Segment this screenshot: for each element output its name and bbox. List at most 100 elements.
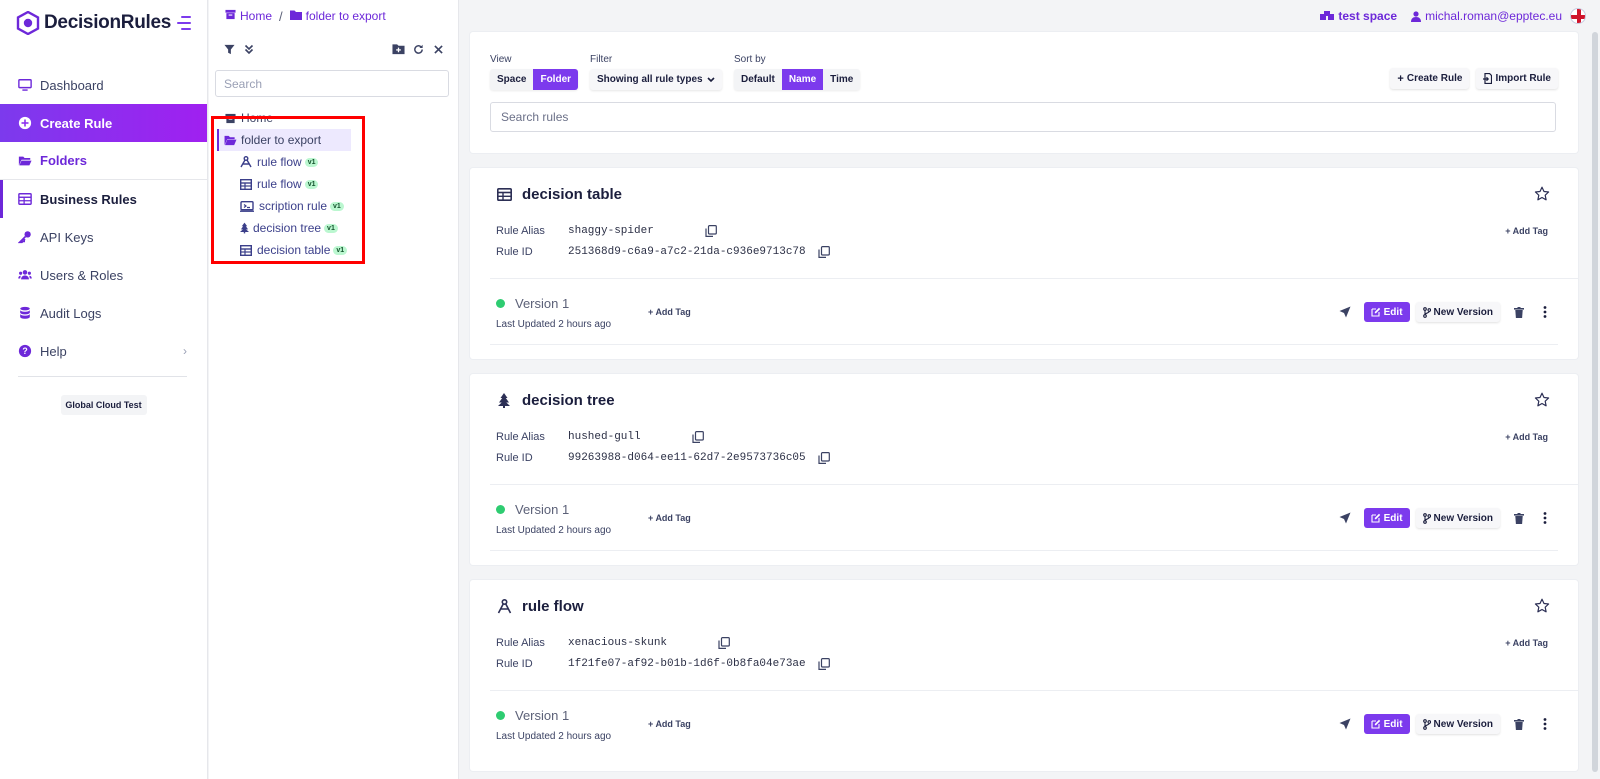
copy-icon[interactable] — [718, 637, 730, 649]
tree-item-label: decision tree — [253, 221, 322, 235]
sort-label: Sort by — [734, 54, 766, 65]
tree-item-rule[interactable]: decision tree v1 — [209, 217, 458, 239]
scrollbar-thumb[interactable] — [1592, 32, 1598, 772]
folder-panel: Search Home folder to export rule flow v… — [209, 0, 459, 779]
sidebar-item-api-keys[interactable]: API Keys — [0, 218, 207, 256]
divider — [490, 690, 1578, 691]
breadcrumb-folder[interactable]: folder to export — [289, 9, 386, 23]
deploy-icon[interactable] — [1338, 717, 1352, 731]
controls-card: View Space Folder Filter Showing all rul… — [470, 32, 1578, 153]
star-icon[interactable] — [1534, 392, 1550, 408]
version-add-tag-button[interactable]: + Add Tag — [648, 719, 691, 729]
filter-value: Showing all rule types — [597, 74, 703, 85]
svg-text:?: ? — [22, 346, 27, 356]
new-version-label: New Version — [1433, 306, 1493, 318]
deploy-icon[interactable] — [1338, 511, 1352, 525]
breadcrumb-home[interactable]: Home — [225, 9, 272, 23]
sort-option-default[interactable]: Default — [734, 69, 782, 90]
sidebar-item-dashboard[interactable]: Dashboard — [0, 66, 207, 104]
trash-icon[interactable] — [1512, 717, 1526, 731]
star-icon[interactable] — [1534, 598, 1550, 614]
rule-title[interactable]: decision table — [496, 186, 622, 203]
expand-all-icon[interactable] — [239, 39, 259, 59]
rule-card: decision tree Rule Alias hushed-gull Rul… — [470, 374, 1578, 565]
trash-icon[interactable] — [1512, 305, 1526, 319]
tree-item-rule[interactable]: rule flow v1 — [209, 151, 458, 173]
breadcrumb-separator: / — [279, 8, 283, 24]
scrollbar[interactable] — [1590, 0, 1600, 779]
sidebar-item-users-roles[interactable]: Users & Roles — [0, 256, 207, 294]
new-version-button[interactable]: New Version — [1415, 508, 1500, 528]
view-option-space[interactable]: Space — [490, 69, 533, 90]
tree-item-rule[interactable]: scription rule v1 — [209, 195, 458, 217]
version-badge: v1 — [304, 179, 319, 189]
more-vertical-icon[interactable] — [1538, 305, 1552, 319]
version-add-tag-button[interactable]: + Add Tag — [648, 513, 691, 523]
sidebar-item-folders[interactable]: Folders — [0, 142, 207, 180]
add-tag-button[interactable]: + Add Tag — [1505, 226, 1548, 236]
edit-button[interactable]: Edit — [1363, 302, 1410, 322]
copy-icon[interactable] — [705, 225, 717, 237]
uk-flag-icon[interactable] — [1570, 8, 1586, 24]
script-icon — [239, 199, 255, 213]
filter-control: Filter Showing all rule types — [590, 54, 722, 90]
tree-item-folder-to-export[interactable]: folder to export — [217, 129, 351, 151]
copy-icon[interactable] — [818, 452, 830, 464]
tree-item-rule[interactable]: rule flow v1 — [209, 173, 458, 195]
tree-item-home[interactable]: Home — [209, 107, 458, 129]
search-rules-input[interactable]: Search rules — [490, 102, 1556, 132]
more-vertical-icon[interactable] — [1538, 717, 1552, 731]
copy-icon[interactable] — [818, 246, 830, 258]
copy-icon[interactable] — [818, 658, 830, 670]
filter-icon[interactable] — [219, 39, 239, 59]
more-vertical-icon[interactable] — [1538, 511, 1552, 525]
table-icon — [496, 187, 512, 203]
sidebar-item-label: Help — [40, 343, 67, 359]
menu-toggle-icon[interactable] — [175, 16, 191, 30]
tree-item-label: scription rule — [259, 199, 328, 213]
version-add-tag-button[interactable]: + Add Tag — [648, 307, 691, 317]
tree-icon — [496, 393, 512, 409]
view-option-folder[interactable]: Folder — [533, 69, 579, 90]
edit-button[interactable]: Edit — [1363, 508, 1410, 528]
rule-title[interactable]: rule flow — [496, 598, 584, 615]
tree-item-label: rule flow — [257, 155, 302, 169]
deploy-icon[interactable] — [1338, 305, 1352, 319]
branch-icon — [1422, 512, 1431, 524]
folder-search-input[interactable]: Search — [215, 70, 449, 97]
trash-icon[interactable] — [1512, 511, 1526, 525]
star-icon[interactable] — [1534, 186, 1550, 202]
create-rule-button[interactable]: + Create Rule — [1390, 68, 1470, 89]
sidebar-item-business-rules[interactable]: Business Rules — [0, 180, 207, 218]
import-rule-button[interactable]: Import Rule — [1476, 68, 1558, 89]
sort-option-name[interactable]: Name — [781, 69, 824, 90]
new-version-button[interactable]: New Version — [1415, 714, 1500, 734]
add-tag-button[interactable]: + Add Tag — [1505, 432, 1548, 442]
archive-icon — [225, 9, 236, 23]
close-icon[interactable] — [428, 39, 448, 59]
new-version-button[interactable]: New Version — [1415, 302, 1500, 322]
add-tag-button[interactable]: + Add Tag — [1505, 638, 1548, 648]
chevron-right-icon: › — [183, 344, 187, 358]
sort-option-time[interactable]: Time — [823, 69, 860, 90]
space-switcher[interactable]: test space — [1320, 9, 1397, 23]
tree-icon — [239, 221, 249, 235]
new-folder-icon[interactable] — [388, 39, 408, 59]
branch-icon — [1422, 306, 1431, 318]
sidebar-item-help[interactable]: ? Help › — [0, 332, 207, 370]
sidebar-item-create-rule[interactable]: Create Rule — [0, 104, 207, 142]
rule-alias-row: Rule Alias hushed-gull — [496, 431, 704, 443]
edit-button[interactable]: Edit — [1363, 714, 1410, 734]
filter-select[interactable]: Showing all rule types — [590, 69, 722, 90]
folder-open-icon — [18, 154, 32, 168]
rule-title[interactable]: decision tree — [496, 392, 615, 409]
sidebar-item-audit-logs[interactable]: Audit Logs — [0, 294, 207, 332]
logo[interactable]: DecisionRules — [0, 0, 207, 46]
version-label: Version 1 — [515, 502, 570, 517]
copy-icon[interactable] — [692, 431, 704, 443]
tree-item-rule[interactable]: decision table v1 — [209, 239, 458, 261]
tree-item-label: folder to export — [241, 133, 322, 147]
filter-label: Filter — [590, 54, 613, 65]
user-menu[interactable]: michal.roman@epptec.eu — [1411, 9, 1562, 23]
refresh-icon[interactable] — [408, 39, 428, 59]
